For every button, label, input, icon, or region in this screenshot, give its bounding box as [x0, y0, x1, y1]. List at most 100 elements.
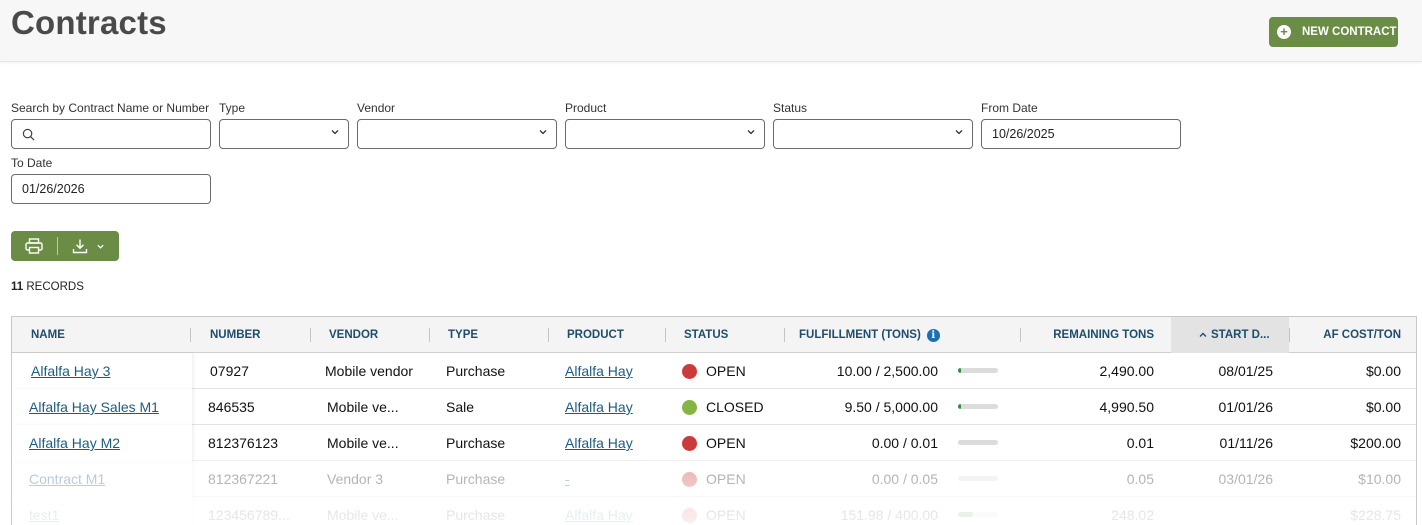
table-row[interactable]: Alfalfa Hay Sales M1 846535 Mobile ve... Sa… [12, 389, 1416, 425]
column-header-vendor[interactable]: VENDOR [329, 317, 378, 353]
chevron-down-icon [955, 130, 963, 135]
column-resize-handle[interactable] [784, 328, 785, 342]
start-date-cell: 03/01/26 [1218, 471, 1274, 487]
status-dot [682, 471, 697, 487]
page-header: Contracts + NEW CONTRACT [0, 0, 1422, 62]
column-header-fulfillment[interactable]: FULFILLMENT (TONS) i [799, 317, 940, 353]
start-date-cell: 01/11/26 [1219, 435, 1273, 451]
contract-number: 846535 [208, 399, 255, 415]
start-date-cell: 08/01/25 [1218, 363, 1274, 379]
page-title: Contracts [11, 4, 167, 41]
search-input[interactable] [11, 119, 211, 149]
af-cost-cell: $200.00 [1350, 435, 1401, 451]
status-cell: OPEN [682, 353, 746, 389]
status-cell: OPEN [682, 425, 746, 461]
vendor-cell: Vendor 3 [327, 471, 384, 487]
from-date-value: 10/26/2025 [992, 127, 1055, 141]
contract-name-link[interactable]: Contract M1 [29, 471, 105, 487]
column-header-type[interactable]: TYPE [448, 317, 478, 353]
fulfillment-progress-fill [958, 512, 974, 517]
vendor-filter: Vendor [357, 101, 557, 149]
status-dot [682, 507, 697, 523]
new-contract-button[interactable]: + NEW CONTRACT [1269, 17, 1398, 47]
column-header-number[interactable]: NUMBER [210, 317, 260, 353]
contract-name-link[interactable]: test1 [29, 507, 59, 523]
column-header-product[interactable]: PRODUCT [567, 317, 624, 353]
product-link[interactable]: Alfalfa Hay [565, 507, 633, 523]
contract-number: 123456789... [208, 507, 290, 523]
product-link[interactable]: Alfalfa Hay [565, 399, 633, 415]
column-header-name[interactable]: NAME [31, 317, 65, 353]
fulfillment-progress-bar [958, 404, 998, 409]
fulfillment-cell: 0.00 / 0.05 [871, 471, 938, 487]
contract-name-link[interactable]: Alfalfa Hay M2 [29, 435, 120, 451]
table-row[interactable]: Alfalfa Hay 3 07927 Mobile vendor Purchase A… [12, 353, 1416, 389]
type-cell: Purchase [446, 507, 506, 523]
product-link[interactable]: Alfalfa Hay [565, 435, 633, 451]
column-resize-handle[interactable] [429, 328, 430, 342]
status-select[interactable] [773, 119, 973, 149]
to-date-value: 01/26/2026 [22, 182, 85, 196]
vendor-cell: Mobile ve... [327, 435, 399, 451]
status-text: OPEN [706, 435, 746, 451]
record-count-number: 11 [11, 281, 24, 293]
fulfillment-cell: 9.50 / 5,000.00 [844, 399, 938, 415]
status-text: OPEN [706, 471, 746, 487]
type-cell: Purchase [446, 471, 506, 487]
column-resize-handle[interactable] [665, 328, 666, 342]
info-icon[interactable]: i [926, 328, 940, 342]
download-menu-button[interactable] [58, 231, 119, 261]
start-date-cell [1172, 497, 1273, 525]
remaining-tons-cell: 4,990.50 [1099, 399, 1155, 415]
to-date-label: To Date [11, 156, 53, 170]
chevron-down-icon [97, 244, 104, 249]
search-icon [22, 128, 35, 140]
fulfillment-cell: 0.00 / 0.01 [871, 435, 938, 451]
product-link[interactable]: - [565, 471, 570, 487]
column-resize-handle[interactable] [548, 328, 549, 342]
type-cell: Purchase [446, 435, 506, 451]
af-cost-cell: $228.75 [1350, 507, 1401, 523]
column-resize-handle[interactable] [190, 328, 191, 342]
product-select[interactable] [565, 119, 765, 149]
table-row[interactable]: test1 123456789... Mobile ve... Purchase Alf… [12, 497, 1416, 525]
from-date-filter: From Date 10/26/2025 [981, 101, 1181, 149]
column-header-remaining[interactable]: REMAINING TONS [1032, 317, 1154, 353]
column-header-start-date[interactable]: START D... [1198, 317, 1270, 353]
column-resize-handle[interactable] [1289, 328, 1290, 342]
column-header-af-cost[interactable]: AF COST/TON [1292, 317, 1401, 353]
column-resize-handle[interactable] [310, 328, 311, 342]
af-cost-cell: $0.00 [1365, 363, 1401, 379]
remaining-tons-cell: 248.02 [1111, 507, 1154, 523]
table-row[interactable]: Contract M1 812367221 Vendor 3 Purchase - OPE… [12, 461, 1416, 497]
search-filter: Search by Contract Name or Number [11, 101, 211, 149]
type-label: Type [219, 101, 246, 115]
contracts-table: NAME NUMBER VENDOR TYPE PRODUCT STATUS F… [11, 316, 1417, 525]
column-resize-handle[interactable] [1020, 328, 1021, 342]
column-header-status[interactable]: STATUS [684, 317, 728, 353]
start-date-cell: 01/01/26 [1218, 399, 1274, 415]
product-filter: Product [565, 101, 765, 149]
to-date-filter: To Date 01/26/2026 [11, 156, 211, 204]
type-select[interactable] [219, 119, 349, 149]
contract-name-link[interactable]: Alfalfa Hay 3 [31, 363, 110, 379]
status-cell: OPEN [682, 497, 746, 525]
table-row[interactable]: Alfalfa Hay M2 812376123 Mobile ve... Purch… [12, 425, 1416, 461]
sort-ascending-icon [1199, 332, 1207, 337]
af-cost-cell: $10.00 [1358, 471, 1401, 487]
fulfillment-progress-fill [958, 368, 962, 373]
status-dot [682, 363, 697, 379]
product-link[interactable]: Alfalfa Hay [565, 363, 633, 379]
fulfillment-progress-bar [958, 368, 998, 373]
fulfillment-progress-fill [958, 404, 962, 409]
status-dot [682, 435, 697, 451]
fulfillment-progress-bar [958, 440, 998, 445]
contract-name-link[interactable]: Alfalfa Hay Sales M1 [29, 399, 159, 415]
remaining-tons-cell: 0.05 [1126, 471, 1154, 487]
print-button[interactable] [11, 231, 57, 261]
from-date-input[interactable]: 10/26/2025 [981, 119, 1181, 149]
to-date-input[interactable]: 01/26/2026 [11, 174, 211, 204]
vendor-select[interactable] [357, 119, 557, 149]
printer-icon [25, 238, 43, 254]
status-filter: Status [773, 101, 973, 149]
